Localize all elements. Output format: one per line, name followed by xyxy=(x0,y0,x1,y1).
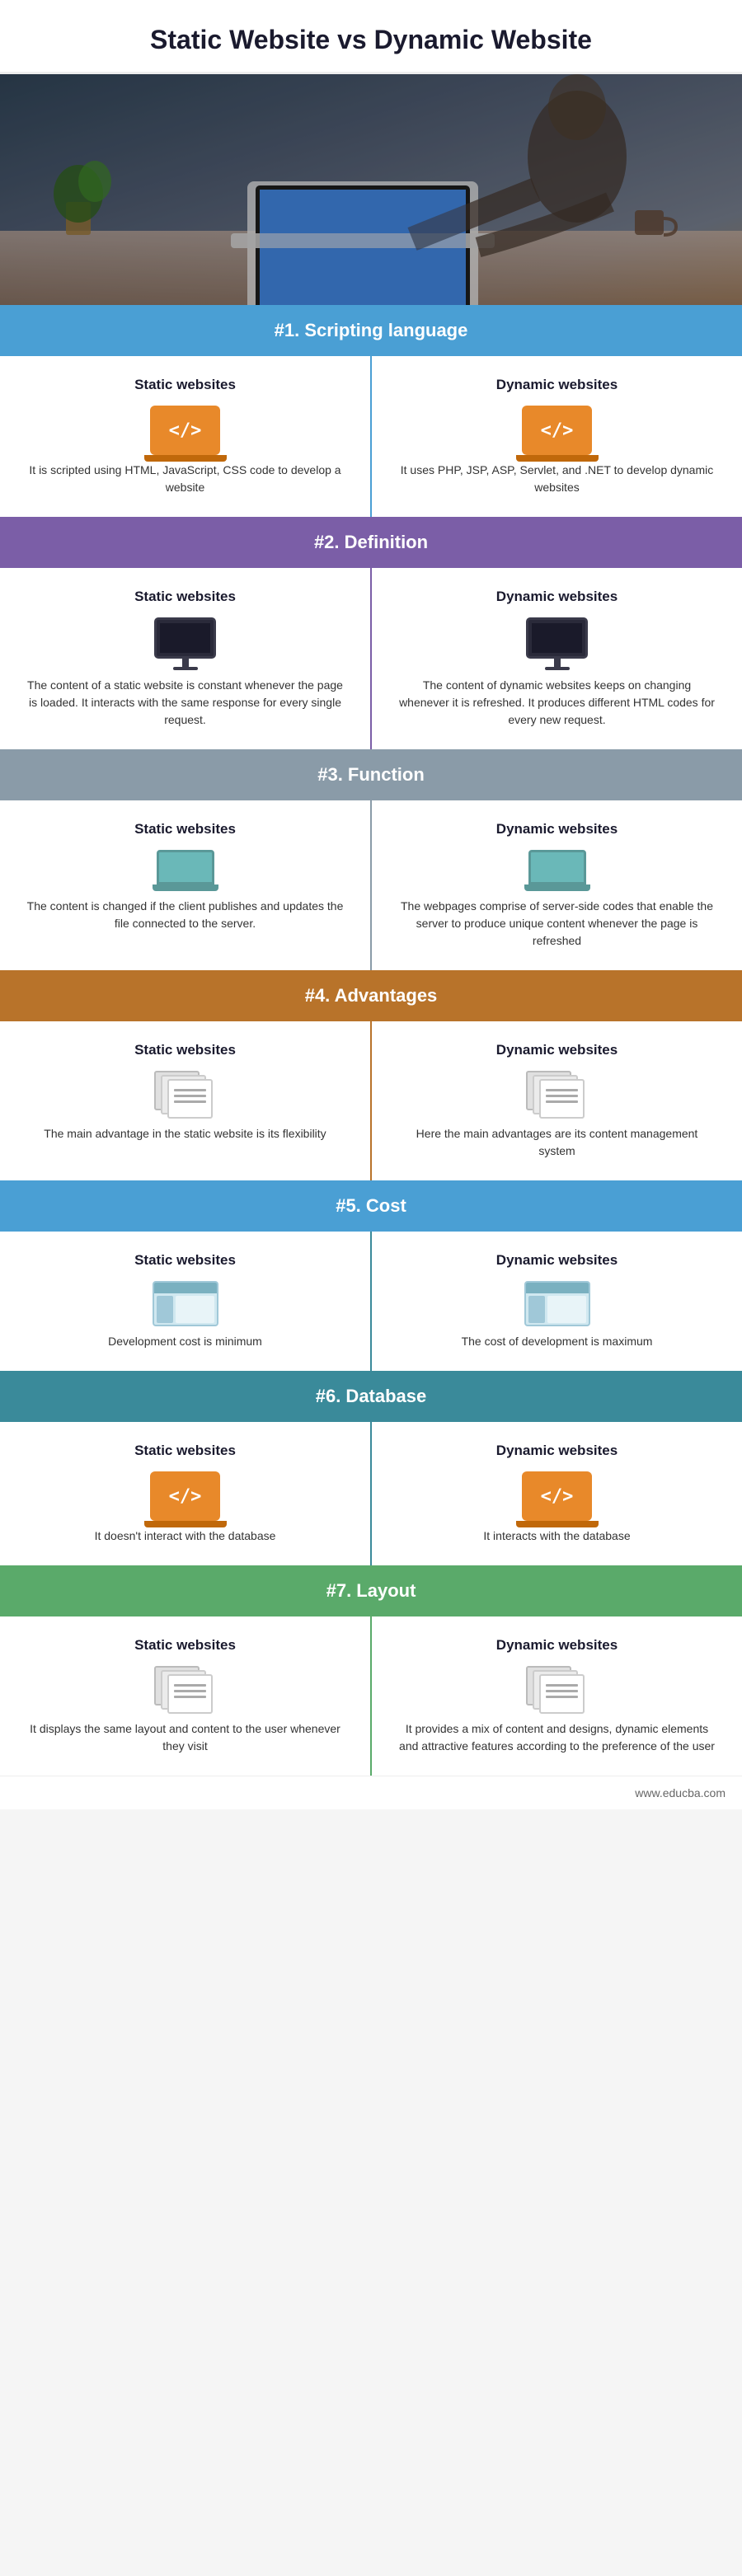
dynamic-icon-cost xyxy=(397,1281,717,1326)
hero-image xyxy=(0,74,742,305)
static-icon-cost xyxy=(25,1281,345,1326)
static-title-function: Static websites xyxy=(25,821,345,838)
comparison-row-definition: Static websites The content of a static … xyxy=(0,568,742,749)
dynamic-col-definition: Dynamic websites The content of dynamic … xyxy=(372,568,742,749)
section-header-function: #3. Function xyxy=(0,749,742,800)
static-title-definition: Static websites xyxy=(25,589,345,605)
static-text-advantages: The main advantage in the static website… xyxy=(25,1125,345,1143)
dynamic-col-function: Dynamic websites The webpages comprise o… xyxy=(372,800,742,970)
comparison-row-layout: Static websites It displays the same lay… xyxy=(0,1616,742,1776)
static-text-layout: It displays the same layout and content … xyxy=(25,1720,345,1755)
static-col-database: Static websites </> It doesn't interact … xyxy=(0,1422,372,1565)
static-icon-layout xyxy=(25,1666,345,1714)
dynamic-text-database: It interacts with the database xyxy=(397,1527,717,1545)
static-icon-scripting: </> xyxy=(25,406,345,455)
comparison-scripting: Static websites </> It is scripted using… xyxy=(0,356,742,517)
comparison-row-function: Static websites The content is changed i… xyxy=(0,800,742,970)
comparison-definition: Static websites The content of a static … xyxy=(0,568,742,749)
section-header-advantages: #4. Advantages xyxy=(0,970,742,1021)
static-text-function: The content is changed if the client pub… xyxy=(25,898,345,932)
dynamic-icon-advantages xyxy=(397,1071,717,1119)
dynamic-text-scripting: It uses PHP, JSP, ASP, Servlet, and .NET… xyxy=(397,462,717,496)
dynamic-text-cost: The cost of development is maximum xyxy=(397,1333,717,1350)
dynamic-col-database: Dynamic websites </> It interacts with t… xyxy=(372,1422,742,1565)
section-layout: #7. Layout Static websites It displays t… xyxy=(0,1565,742,1776)
section-header-scripting: #1. Scripting language xyxy=(0,305,742,356)
page-title: Static Website vs Dynamic Website xyxy=(0,0,742,74)
dynamic-text-definition: The content of dynamic websites keeps on… xyxy=(397,677,717,729)
hero-overlay xyxy=(0,74,742,305)
static-title-cost: Static websites xyxy=(25,1252,345,1269)
comparison-row-database: Static websites </> It doesn't interact … xyxy=(0,1422,742,1565)
dynamic-title-definition: Dynamic websites xyxy=(397,589,717,605)
section-header-layout: #7. Layout xyxy=(0,1565,742,1616)
static-col-cost: Static websites Development cost is mini… xyxy=(0,1232,372,1371)
section-header-database: #6. Database xyxy=(0,1371,742,1422)
section-scripting: #1. Scripting language Static websites <… xyxy=(0,305,742,517)
static-icon-definition xyxy=(25,617,345,670)
section-header-cost: #5. Cost xyxy=(0,1180,742,1232)
static-text-definition: The content of a static website is const… xyxy=(25,677,345,729)
static-col-layout: Static websites It displays the same lay… xyxy=(0,1616,372,1776)
static-col-function: Static websites The content is changed i… xyxy=(0,800,372,970)
static-text-scripting: It is scripted using HTML, JavaScript, C… xyxy=(25,462,345,496)
static-text-cost: Development cost is minimum xyxy=(25,1333,345,1350)
comparison-cost: Static websites Development cost is mini… xyxy=(0,1232,742,1371)
static-text-database: It doesn't interact with the database xyxy=(25,1527,345,1545)
comparison-row-scripting: Static websites </> It is scripted using… xyxy=(0,356,742,517)
static-title-scripting: Static websites xyxy=(25,377,345,393)
static-col-definition: Static websites The content of a static … xyxy=(0,568,372,749)
comparison-layout: Static websites It displays the same lay… xyxy=(0,1616,742,1776)
dynamic-icon-function xyxy=(397,850,717,891)
sections-container: #1. Scripting language Static websites <… xyxy=(0,305,742,1776)
section-definition: #2. Definition Static websites The conte… xyxy=(0,517,742,749)
dynamic-icon-layout xyxy=(397,1666,717,1714)
static-icon-function xyxy=(25,850,345,891)
footer: www.educba.com xyxy=(0,1776,742,1809)
comparison-function: Static websites The content is changed i… xyxy=(0,800,742,970)
section-cost: #5. Cost Static websites Development cos… xyxy=(0,1180,742,1371)
static-title-database: Static websites xyxy=(25,1443,345,1459)
dynamic-text-function: The webpages comprise of server-side cod… xyxy=(397,898,717,950)
dynamic-text-layout: It provides a mix of content and designs… xyxy=(397,1720,717,1755)
dynamic-title-function: Dynamic websites xyxy=(397,821,717,838)
dynamic-title-scripting: Dynamic websites xyxy=(397,377,717,393)
dynamic-title-cost: Dynamic websites xyxy=(397,1252,717,1269)
static-icon-advantages xyxy=(25,1071,345,1119)
dynamic-text-advantages: Here the main advantages are its content… xyxy=(397,1125,717,1160)
dynamic-icon-scripting: </> xyxy=(397,406,717,455)
section-header-definition: #2. Definition xyxy=(0,517,742,568)
static-col-scripting: Static websites </> It is scripted using… xyxy=(0,356,372,517)
dynamic-title-layout: Dynamic websites xyxy=(397,1637,717,1654)
static-title-layout: Static websites xyxy=(25,1637,345,1654)
static-title-advantages: Static websites xyxy=(25,1042,345,1058)
comparison-database: Static websites </> It doesn't interact … xyxy=(0,1422,742,1565)
section-database: #6. Database Static websites </> It does… xyxy=(0,1371,742,1565)
section-advantages: #4. Advantages Static websites The main … xyxy=(0,970,742,1180)
comparison-advantages: Static websites The main advantage in th… xyxy=(0,1021,742,1180)
comparison-row-cost: Static websites Development cost is mini… xyxy=(0,1232,742,1371)
static-icon-database: </> xyxy=(25,1471,345,1521)
dynamic-col-scripting: Dynamic websites </> It uses PHP, JSP, A… xyxy=(372,356,742,517)
comparison-row-advantages: Static websites The main advantage in th… xyxy=(0,1021,742,1180)
dynamic-col-layout: Dynamic websites It provides a mix of co… xyxy=(372,1616,742,1776)
section-function: #3. Function Static websites The content… xyxy=(0,749,742,970)
dynamic-icon-definition xyxy=(397,617,717,670)
dynamic-col-advantages: Dynamic websites Here the main advantage… xyxy=(372,1021,742,1180)
static-col-advantages: Static websites The main advantage in th… xyxy=(0,1021,372,1180)
dynamic-title-advantages: Dynamic websites xyxy=(397,1042,717,1058)
dynamic-col-cost: Dynamic websites The cost of development… xyxy=(372,1232,742,1371)
dynamic-icon-database: </> xyxy=(397,1471,717,1521)
dynamic-title-database: Dynamic websites xyxy=(397,1443,717,1459)
